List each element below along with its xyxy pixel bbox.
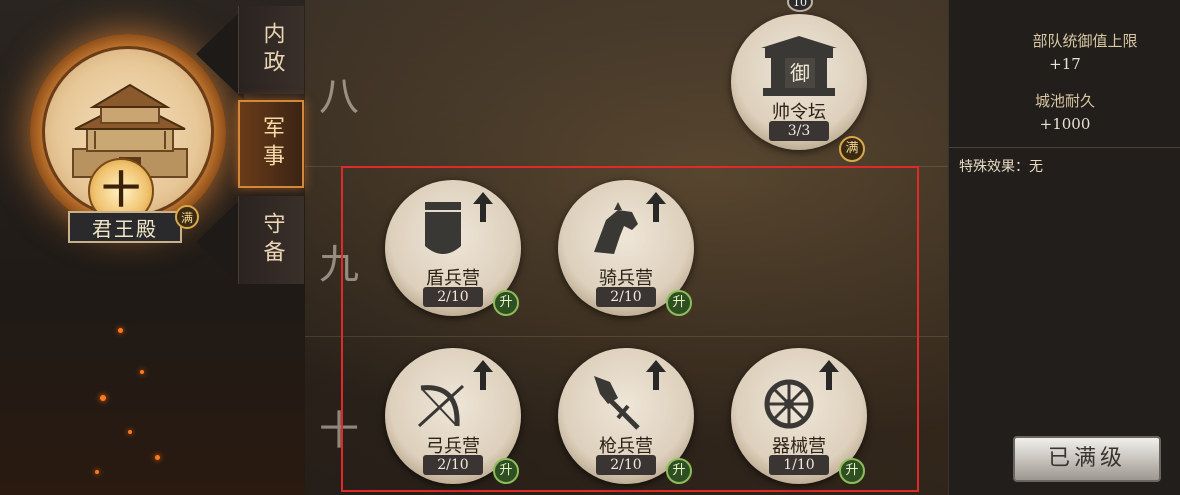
upgrade-badge[interactable]: 升 (666, 290, 692, 316)
special-effect-text: 特殊效果：无 (959, 159, 1043, 175)
max-badge: 满 (839, 136, 865, 162)
building-grid: 八 九 十 10 御 帅令坛 3/3 满 盾兵营 2/10 升 骑兵营 2/10… (305, 0, 948, 495)
cavalry-camp-building[interactable]: 骑兵营 2/10 升 (558, 180, 694, 316)
game-screen: 十 君王殿 满 内政 军事 守备 八 九 十 10 御 帅令坛 3/3 满 盾兵… (0, 0, 1180, 495)
upgrade-badge[interactable]: 升 (839, 458, 865, 484)
ember-particle (155, 455, 160, 460)
city-durability-value: +1000 (1039, 115, 1091, 133)
ember-particle (128, 430, 132, 434)
building-count: 2/10 (423, 287, 483, 307)
ember-particle (118, 328, 123, 333)
left-panel: 十 君王殿 满 内政 军事 守备 (0, 0, 305, 495)
troop-limit-label: 部队统御值上限 (1032, 32, 1138, 50)
building-count: 2/10 (596, 455, 656, 475)
ember-particle (100, 395, 106, 401)
troop-limit-value: +17 (1049, 55, 1081, 73)
archer-camp-building[interactable]: 弓兵营 2/10 升 (385, 348, 521, 484)
siege-camp-building[interactable]: 器械营 1/10 升 (731, 348, 867, 484)
spear-camp-building[interactable]: 枪兵营 2/10 升 (558, 348, 694, 484)
tab-wedge-top (196, 8, 244, 100)
upgrade-badge[interactable]: 升 (493, 458, 519, 484)
city-durability-label: 城池耐久 (1034, 92, 1095, 110)
ember-particle (95, 470, 99, 474)
panel-divider (949, 147, 1180, 148)
tab-military[interactable]: 军事 (238, 100, 304, 188)
max-level-button[interactable]: 已满级 (1013, 436, 1161, 482)
altar-plaque: 御 (785, 58, 815, 88)
building-count: 2/10 (596, 287, 656, 307)
building-count: 1/10 (769, 455, 829, 475)
tab-wedge-bottom (196, 196, 244, 288)
upgrade-badge[interactable]: 升 (666, 458, 692, 484)
ember-particle (140, 370, 144, 374)
building-count: 2/10 (423, 455, 483, 475)
tab-defense[interactable]: 守备 (238, 196, 304, 284)
tab-internal-affairs[interactable]: 内政 (238, 6, 304, 94)
stats-panel: 部队统御值上限 +17 城池耐久 +1000 特殊效果：无 已满级 (948, 0, 1180, 495)
altar-level-badge: 10 (787, 0, 813, 12)
main-hall-name: 君王殿 (68, 211, 182, 243)
building-count: 3/3 (769, 121, 829, 141)
command-altar-building[interactable]: 御 帅令坛 3/3 满 (731, 14, 867, 162)
tier-label-8: 八 (319, 74, 359, 120)
upgrade-badge[interactable]: 升 (493, 290, 519, 316)
shield-camp-building[interactable]: 盾兵营 2/10 升 (385, 180, 521, 316)
